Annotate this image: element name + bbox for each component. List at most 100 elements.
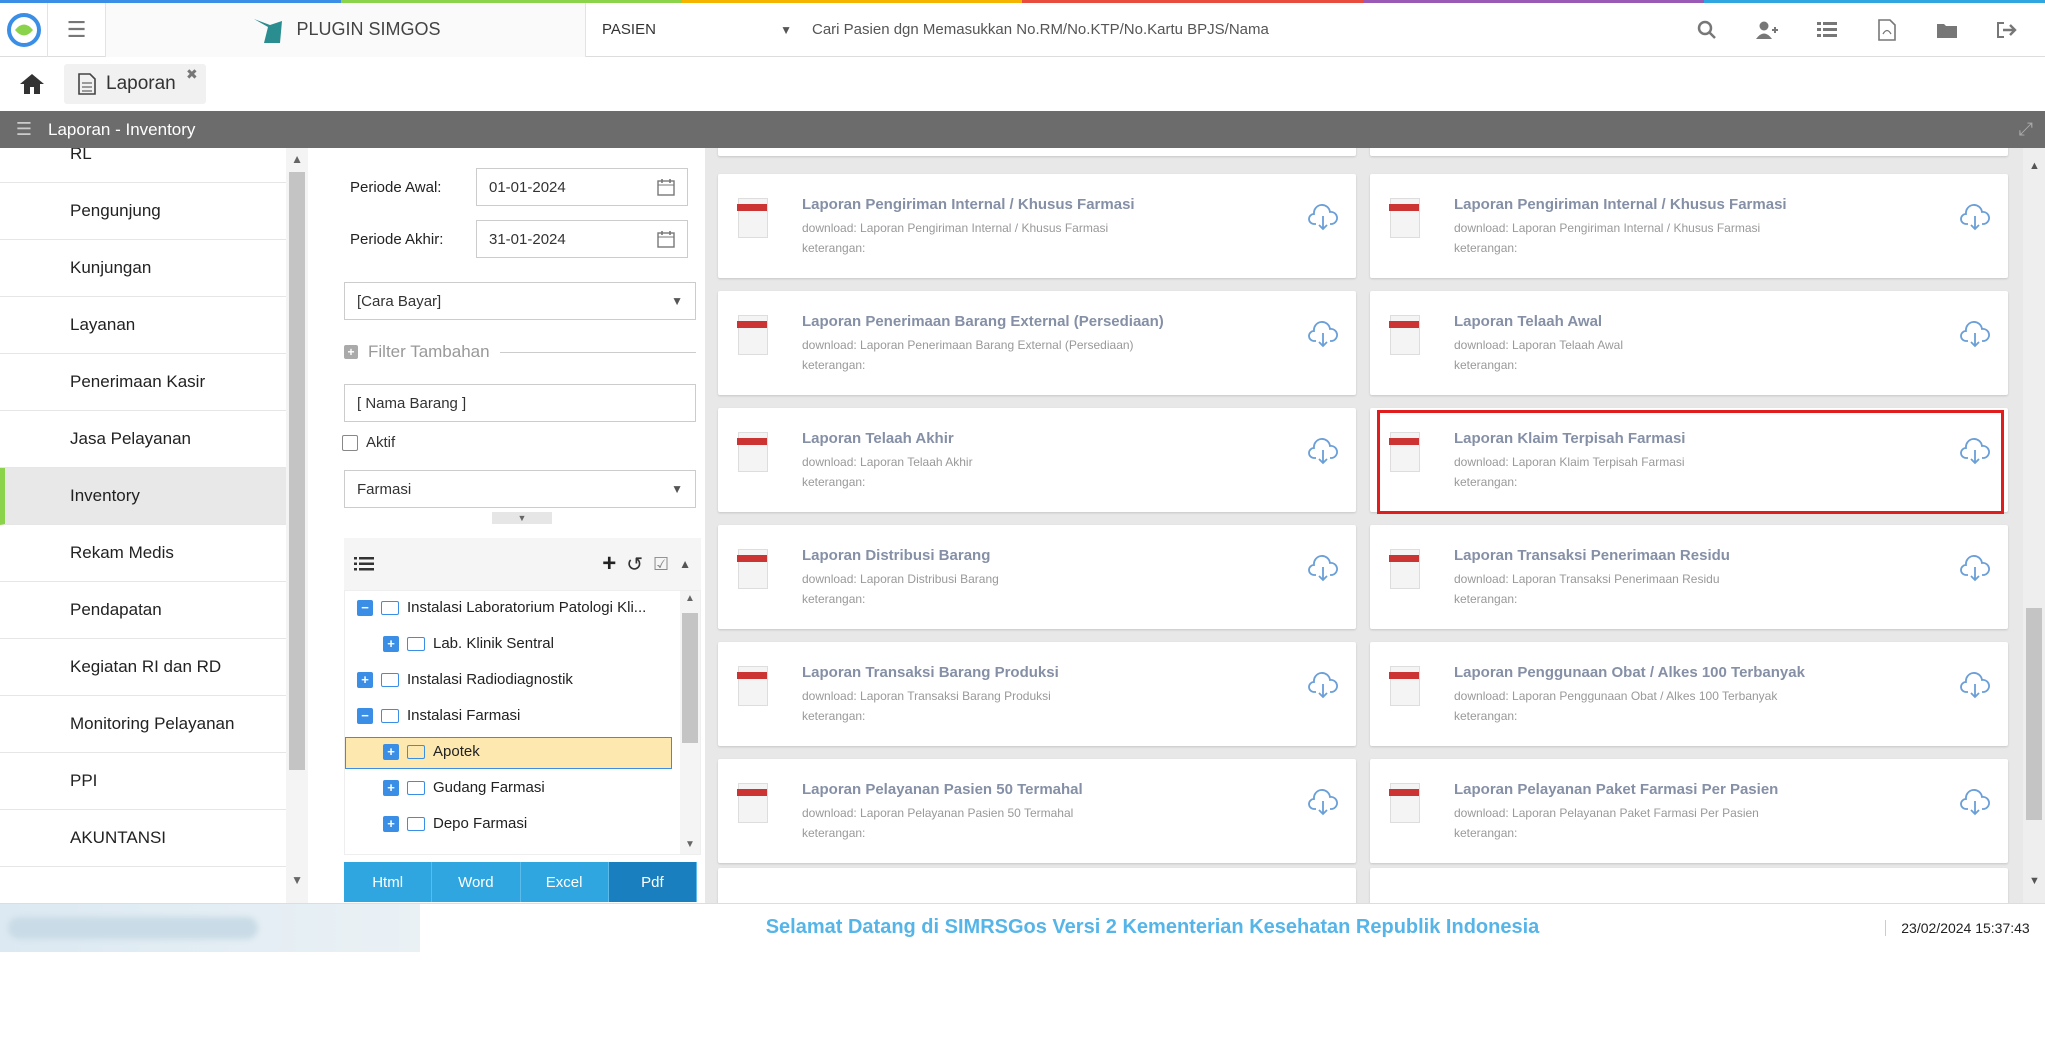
nama-barang-input[interactable]: [ Nama Barang ] [344, 384, 696, 422]
cloud-download-icon[interactable] [1308, 672, 1338, 700]
expand-icon[interactable]: + [383, 815, 399, 832]
expand-icon[interactable]: + [383, 743, 399, 760]
sidebar-scroll-thumb[interactable] [289, 172, 305, 770]
aktif-checkbox[interactable] [342, 434, 358, 451]
menu-icon[interactable]: ☰ [0, 119, 48, 140]
tree-node[interactable]: + Apotek [383, 743, 480, 760]
tree-node[interactable]: + Depo Farmasi [383, 815, 527, 832]
logout-icon[interactable] [1977, 21, 2037, 39]
report-card[interactable]: Laporan Transaksi Barang Produksi downloa… [718, 642, 1356, 746]
tab-laporan[interactable]: Laporan ✖ [64, 64, 206, 104]
collapse-icon[interactable]: − [357, 707, 373, 724]
list-icon[interactable] [1797, 21, 1857, 39]
sidebar-item-akuntansi[interactable]: AKUNTANSI [0, 810, 308, 867]
export-html-button[interactable]: Html [344, 862, 433, 902]
sidebar-item-monitoring-pelayanan[interactable]: Monitoring Pelayanan [0, 696, 308, 753]
cloud-download-icon[interactable] [1308, 204, 1338, 232]
sidebar-item-label: PPI [70, 771, 98, 790]
scroll-up-icon[interactable]: ▲ [685, 593, 695, 604]
menu-icon[interactable]: ☰ [48, 2, 106, 57]
collapse-handle[interactable]: ▼ [492, 512, 552, 524]
calendar-icon[interactable] [657, 230, 675, 248]
cloud-download-icon[interactable] [1960, 789, 1990, 817]
close-icon[interactable]: ✖ [186, 66, 198, 83]
jenis-select[interactable]: Farmasi ▼ [344, 470, 696, 508]
sidebar-item-penerimaan-kasir[interactable]: Penerimaan Kasir [0, 354, 308, 411]
add-user-icon[interactable] [1737, 20, 1797, 40]
expand-icon[interactable]: + [383, 635, 399, 652]
home-icon[interactable] [0, 72, 64, 96]
app-logo[interactable] [0, 2, 48, 57]
scroll-up-icon[interactable]: ▲ [2029, 160, 2040, 172]
report-download-text: download: Laporan Pengiriman Internal / … [1454, 221, 1761, 235]
patient-search-input[interactable]: Cari Pasien dgn Memasukkan No.RM/No.KTP/… [804, 21, 1677, 38]
sidebar-item-pendapatan[interactable]: Pendapatan [0, 582, 308, 639]
cloud-download-icon[interactable] [1960, 672, 1990, 700]
chevron-up-icon[interactable]: ▲ [679, 557, 691, 571]
cloud-download-icon[interactable] [1960, 555, 1990, 583]
sidebar-scrollbar[interactable]: ▲ ▼ [286, 148, 308, 903]
add-icon[interactable]: + [602, 550, 616, 578]
calendar-icon[interactable] [657, 178, 675, 196]
report-card[interactable]: Laporan Pengiriman Internal / Khusus Far… [1370, 174, 2008, 278]
export-excel-button[interactable]: Excel [520, 862, 609, 902]
filter-tambahan-label: Filter Tambahan [368, 342, 490, 361]
folder-icon[interactable] [1917, 21, 1977, 39]
cloud-download-icon[interactable] [1308, 438, 1338, 466]
sidebar-item-layanan[interactable]: Layanan [0, 297, 308, 354]
content-scroll-thumb[interactable] [2026, 608, 2042, 820]
report-card[interactable]: Laporan Penerimaan Barang External (Pers… [718, 291, 1356, 395]
collapse-icon[interactable]: − [357, 599, 373, 616]
check-square-icon[interactable]: ☑ [653, 554, 669, 575]
cloud-download-icon[interactable] [1308, 555, 1338, 583]
sidebar-item-rl[interactable]: RL [0, 148, 308, 183]
report-card[interactable]: Laporan Penggunaan Obat / Alkes 100 Terb… [1370, 642, 2008, 746]
search-icon[interactable] [1677, 20, 1737, 40]
cloud-download-icon[interactable] [1960, 321, 1990, 349]
report-card[interactable]: Laporan Pelayanan Pasien 50 Termahal down… [718, 759, 1356, 863]
aktif-checkbox-row[interactable]: Aktif [342, 434, 395, 451]
report-card[interactable]: Laporan Pelayanan Paket Farmasi Per Pasi… [1370, 759, 2008, 863]
expand-icon[interactable]: + [357, 671, 373, 688]
export-word-button[interactable]: Word [432, 862, 521, 902]
list-icon[interactable] [354, 556, 374, 572]
search-mode-select[interactable]: PASIEN ▼ [586, 3, 804, 57]
report-card[interactable]: Laporan Telaah Akhir download: Laporan Te… [718, 408, 1356, 512]
periode-awal-input[interactable]: 01-01-2024 [476, 168, 688, 206]
export-pdf-button[interactable]: Pdf [608, 862, 697, 902]
scroll-up-icon[interactable]: ▲ [291, 152, 303, 166]
cloud-download-icon[interactable] [1308, 321, 1338, 349]
sidebar-item-rekam-medis[interactable]: Rekam Medis [0, 525, 308, 582]
tree-node[interactable]: − Instalasi Laboratorium Patologi Kli... [357, 599, 646, 616]
scroll-down-icon[interactable]: ▼ [291, 873, 303, 887]
filter-tambahan-divider[interactable]: + Filter Tambahan [344, 342, 696, 362]
scroll-down-icon[interactable]: ▼ [2029, 875, 2040, 887]
expand-icon[interactable]: ⤢ [2019, 119, 2033, 140]
sidebar-item-kunjungan[interactable]: Kunjungan [0, 240, 308, 297]
expand-icon[interactable]: + [383, 779, 399, 796]
sidebar-item-ppi[interactable]: PPI [0, 753, 308, 810]
tree-node[interactable]: + Instalasi Radiodiagnostik [357, 671, 573, 688]
sidebar-item-kegiatan-ri-dan-rd[interactable]: Kegiatan RI dan RD [0, 639, 308, 696]
sidebar-item-inventory[interactable]: Inventory [0, 468, 308, 525]
tree-node[interactable]: − Instalasi Farmasi [357, 707, 520, 724]
tree-node[interactable]: + Lab. Klinik Sentral [383, 635, 554, 652]
report-card[interactable]: Laporan Distribusi Barang download: Lapor… [718, 525, 1356, 629]
content-scrollbar[interactable]: ▲ ▼ [2023, 148, 2045, 903]
cara-bayar-select[interactable]: [Cara Bayar] ▼ [344, 282, 696, 320]
history-icon[interactable]: ↺ [626, 552, 643, 577]
report-card[interactable]: Laporan Pengiriman Internal / Khusus Far… [718, 174, 1356, 278]
sidebar-item-pengunjung[interactable]: Pengunjung [0, 183, 308, 240]
report-keterangan: keterangan: [802, 475, 866, 489]
report-card[interactable]: Laporan Telaah Awal download: Laporan Tel… [1370, 291, 2008, 395]
report-card[interactable]: Laporan Transaksi Penerimaan Residu downl… [1370, 525, 2008, 629]
periode-akhir-input[interactable]: 31-01-2024 [476, 220, 688, 258]
sidebar-item-jasa-pelayanan[interactable]: Jasa Pelayanan [0, 411, 308, 468]
tree-scroll-thumb[interactable] [682, 613, 698, 743]
tree-scrollbar[interactable]: ▲ ▼ [680, 591, 700, 854]
pdf-file-icon[interactable] [1857, 18, 1917, 41]
cloud-download-icon[interactable] [1308, 789, 1338, 817]
scroll-down-icon[interactable]: ▼ [685, 839, 695, 850]
cloud-download-icon[interactable] [1960, 204, 1990, 232]
tree-node[interactable]: + Gudang Farmasi [383, 779, 545, 796]
